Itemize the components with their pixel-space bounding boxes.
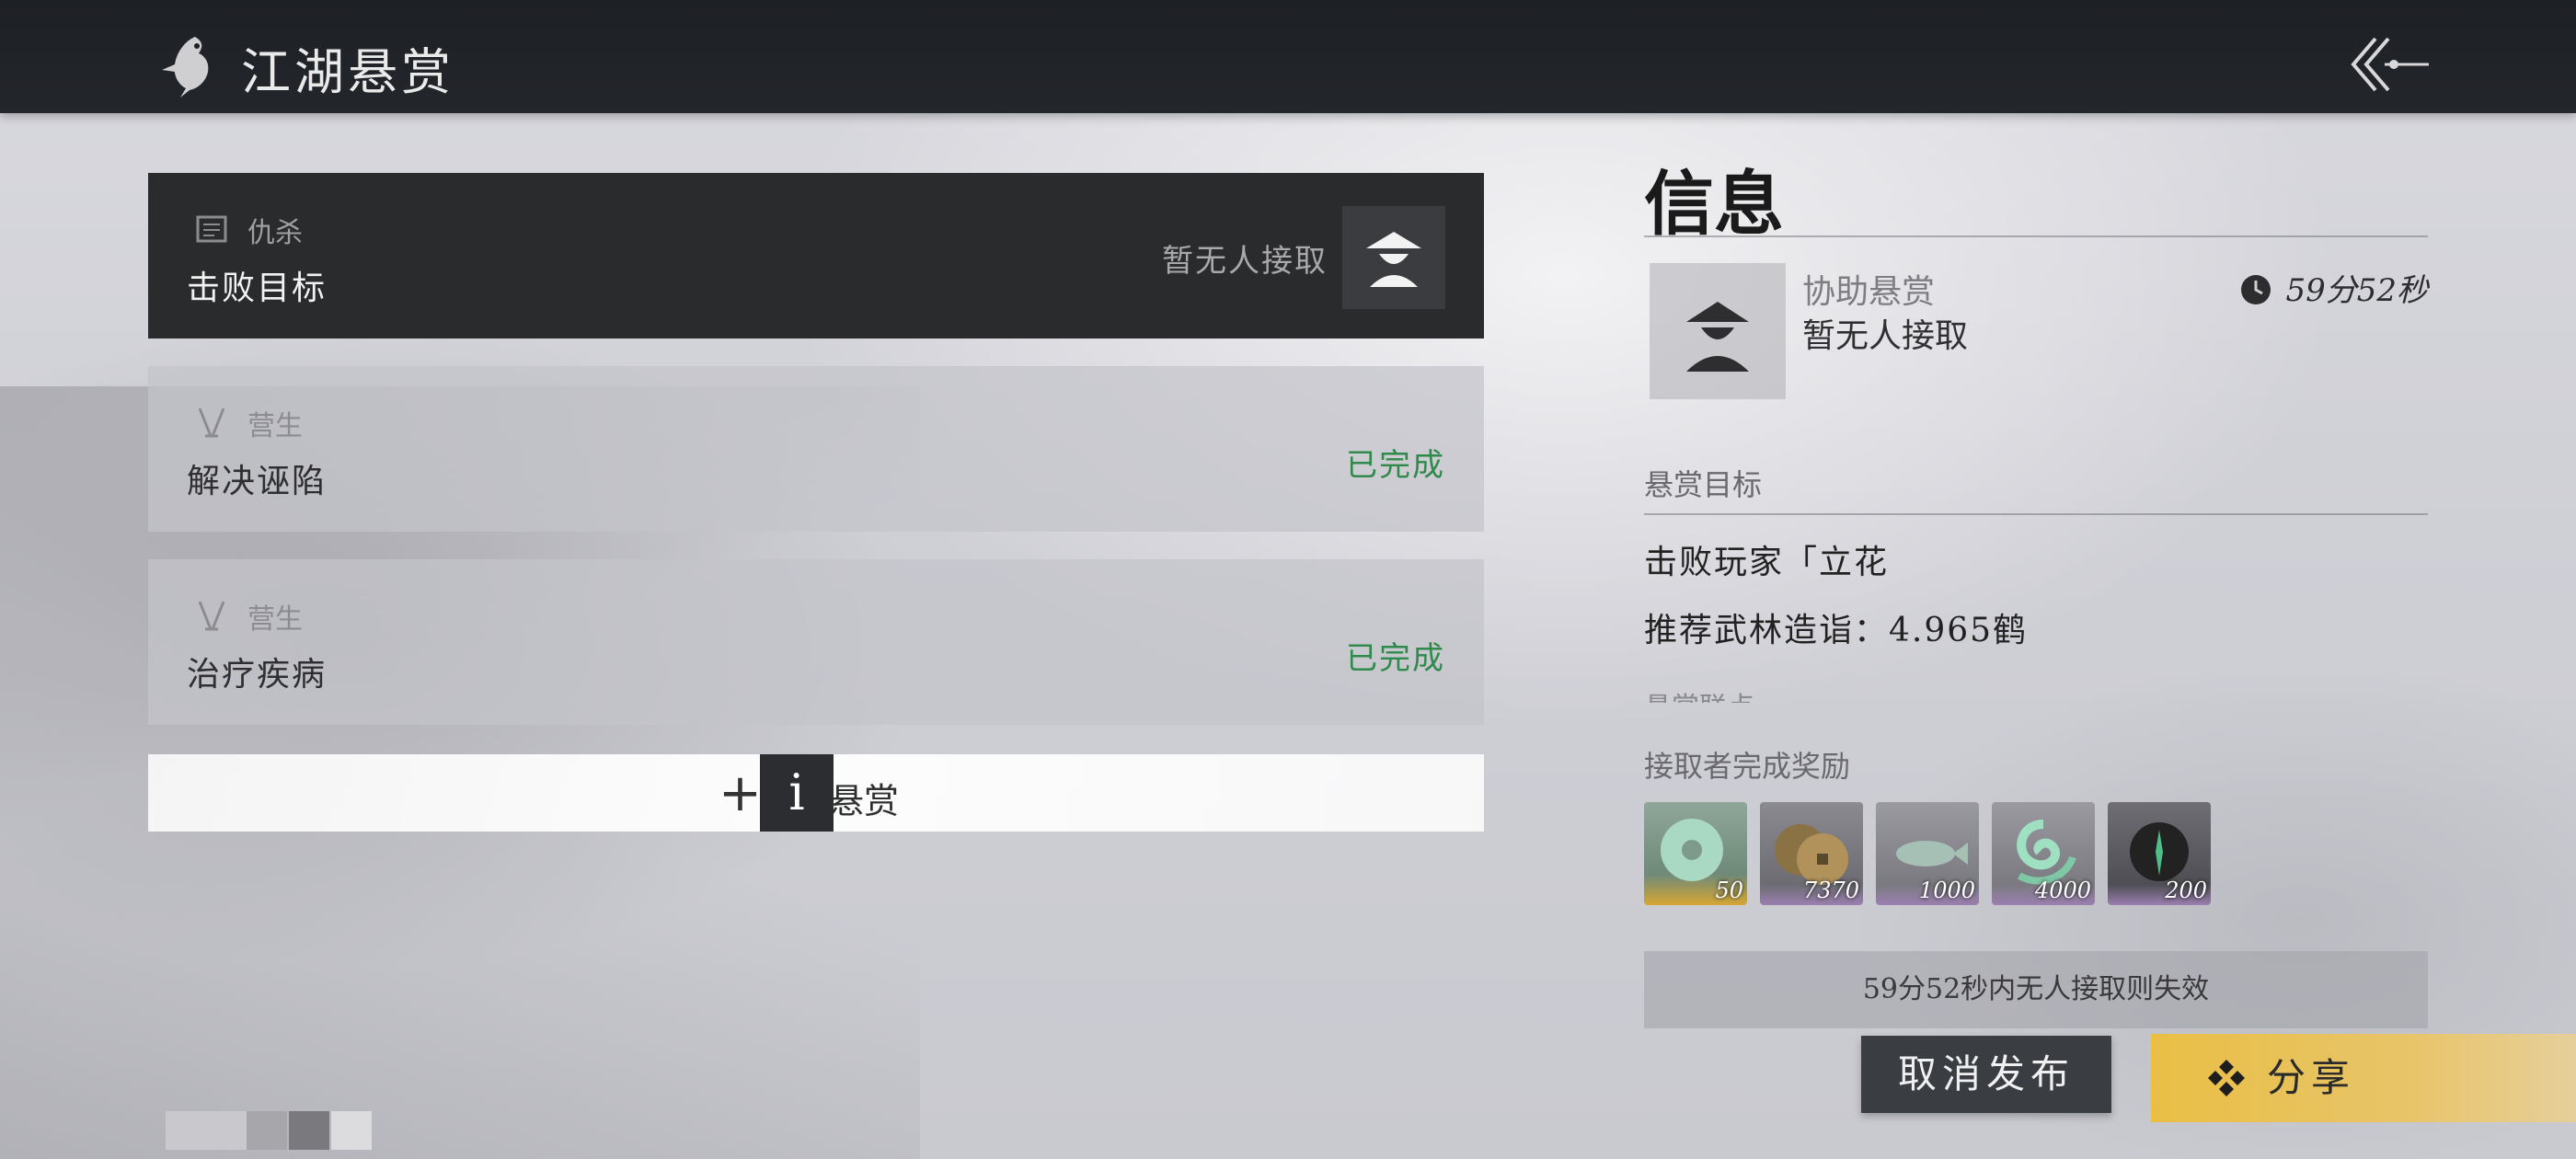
clipped-label: 悬赏联点 [1644, 688, 2428, 703]
page-dot [166, 1111, 247, 1150]
page-dot [331, 1111, 372, 1150]
reward-list: 50 7370 1000 4000 200 [1644, 802, 2428, 905]
task-card[interactable]: 营生 解决诬陷 已完成 [148, 366, 1484, 532]
poster-type: 协助悬赏 [1802, 273, 1936, 311]
page-dot [247, 1111, 287, 1150]
target-line: 击败玩家「立花 [1644, 544, 1890, 581]
reward-qty: 4000 [2034, 878, 2091, 903]
poster-status: 暂无人接取 [1802, 317, 1969, 355]
task-name: 击败目标 [187, 270, 328, 307]
avatar [1342, 206, 1445, 309]
task-status: 已完成 [1346, 447, 1445, 484]
reward-qty: 7370 [1802, 878, 1859, 903]
info-icon[interactable]: i [760, 754, 834, 832]
add-bounty-label: 悬赏 [829, 781, 900, 821]
tools-icon [198, 407, 225, 438]
task-type: 仇杀 [247, 217, 303, 249]
task-card-active[interactable]: 仇杀 击败目标 暂无人接取 [148, 173, 1484, 339]
reward-item[interactable]: 200 [2108, 802, 2211, 905]
share-button[interactable]: 分享 [2151, 1034, 2576, 1122]
reward-qty: 50 [1715, 878, 1743, 903]
share-label: 分享 [2267, 1055, 2356, 1100]
avatar [1650, 263, 1786, 399]
bird-icon [162, 37, 209, 98]
task-name: 治疗疾病 [187, 656, 328, 694]
back-arrow-icon[interactable] [2348, 35, 2431, 94]
scroll-icon [196, 215, 227, 243]
poster-info: 协助悬赏 暂无人接取 59分52秒 [1644, 237, 2428, 421]
share-icon [2208, 1060, 2245, 1096]
clock-icon [2241, 275, 2271, 304]
task-name: 解决诬陷 [187, 463, 328, 500]
reward-qty: 1000 [1918, 878, 1975, 903]
page-dot [289, 1111, 329, 1150]
page-title: 江湖悬赏 [241, 43, 454, 101]
cancel-publish-button[interactable]: 取消发布 [1861, 1036, 2111, 1113]
divider [1644, 513, 2428, 515]
reward-item[interactable]: 7370 [1760, 802, 1863, 905]
tools-icon [198, 601, 225, 631]
reward-qty: 200 [2165, 878, 2207, 903]
task-type: 营生 [247, 410, 303, 442]
countdown-timer: 59分52秒 [2239, 265, 2428, 310]
info-title: 信息 [1644, 163, 1784, 245]
reward-item[interactable]: 4000 [1992, 802, 2095, 905]
straw-hat-avatar-icon [1686, 302, 1749, 372]
task-status: 暂无人接取 [1162, 243, 1328, 280]
target-line: 推荐武林造诣：4.965鹤 [1644, 612, 2029, 649]
top-bar: 江湖悬赏 [0, 0, 2576, 113]
straw-hat-avatar-icon [1366, 232, 1421, 287]
task-type: 营生 [247, 603, 303, 636]
task-status: 已完成 [1346, 640, 1445, 677]
task-card[interactable]: 营生 治疗疾病 已完成 [148, 559, 1484, 725]
target-label: 悬赏目标 [1644, 467, 1763, 502]
timer-text: 59分52秒 [2285, 272, 2428, 309]
plus-icon: + [719, 763, 762, 823]
reward-item[interactable]: 1000 [1876, 802, 1979, 905]
rewards-label: 接取者完成奖励 [1644, 749, 1851, 784]
reward-item[interactable]: 50 [1644, 802, 1747, 905]
expire-notice: 59分52秒内无人接取则失效 [1644, 951, 2428, 1028]
info-panel: 信息 协助悬赏 暂无人接取 59分52秒 悬赏目标 击败玩家「立花 推荐武林造诣… [1644, 147, 2428, 1028]
task-list: 仇杀 击败目标 暂无人接取 营生 解决诬陷 已完成 营生 治疗疾病 已完成 [148, 173, 1484, 752]
